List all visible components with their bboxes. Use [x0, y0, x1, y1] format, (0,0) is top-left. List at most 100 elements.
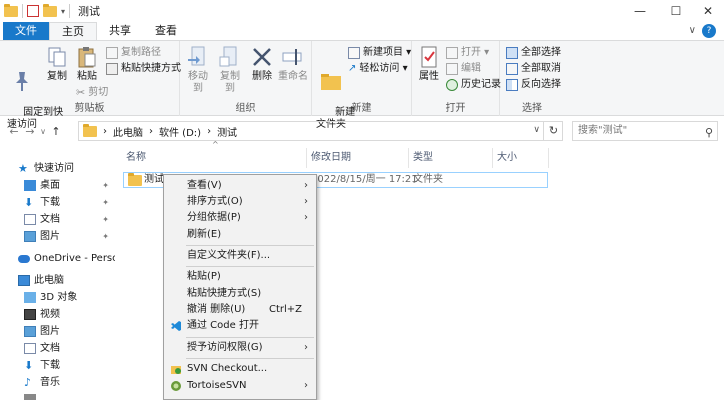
up-button[interactable]: ↑ — [48, 125, 64, 138]
properties-icon[interactable] — [27, 5, 39, 17]
organize-group: 移动到 复制到 删除 重命名 组织 — [180, 41, 312, 116]
copy-path-button[interactable]: 复制路径 — [106, 45, 161, 60]
column-header-name[interactable]: 名称 — [126, 150, 146, 166]
cloud-icon — [18, 254, 30, 263]
breadcrumb-drive-d[interactable]: 软件 (D:) — [159, 124, 201, 139]
column-header-modified[interactable]: 修改日期 — [311, 150, 351, 166]
column-divider[interactable] — [548, 148, 549, 168]
nav-3d-objects[interactable]: 3D 对象 — [0, 289, 115, 306]
maximize-button[interactable]: ☐ — [658, 0, 694, 22]
nav-pictures[interactable]: 图片 ✦ — [0, 228, 115, 245]
nav-documents-pc[interactable]: 文档 — [0, 340, 115, 357]
nav-label: 文档 — [40, 214, 60, 225]
breadcrumb-test-folder[interactable]: 测试 — [217, 124, 237, 139]
nav-downloads[interactable]: ⬇ 下载 ✦ — [0, 194, 115, 211]
close-button[interactable]: ✕ — [690, 0, 724, 22]
menu-label: 通过 Code 打开 — [187, 320, 259, 331]
open-button[interactable]: 打开 ▾ — [446, 45, 489, 60]
address-bar[interactable]: › 此电脑 › 软件 (D:) › 测试 ∨ — [78, 121, 563, 141]
rename-label: 重命名 — [278, 71, 308, 82]
paste-shortcut-button[interactable]: 粘贴快捷方式 — [106, 61, 181, 76]
paste-shortcut-icon — [106, 62, 118, 75]
rename-button[interactable]: 重命名 — [278, 45, 308, 83]
edit-button[interactable]: 编辑 — [446, 61, 481, 76]
menu-item-open-vscode[interactable]: 通过 Code 打开 — [164, 318, 316, 334]
divider — [69, 4, 71, 18]
tab-file[interactable]: 文件 — [3, 22, 49, 40]
edit-icon — [446, 62, 458, 75]
quick-access-toolbar: ▾ — [0, 3, 71, 18]
paste-icon — [78, 47, 96, 68]
nav-videos[interactable]: 视频 — [0, 306, 115, 323]
customize-toolbar-icon[interactable]: ▾ — [61, 7, 65, 16]
search-placeholder: 搜索"测试" — [578, 125, 628, 136]
nav-this-pc[interactable]: 此电脑 — [0, 272, 115, 289]
nav-label: 图片 — [40, 326, 60, 337]
menu-item-customize-folder[interactable]: 自定义文件夹(F)... — [164, 248, 316, 264]
easy-access-icon: ↗ — [348, 63, 357, 74]
collapse-ribbon-button[interactable]: ∨ — [689, 22, 696, 40]
copy-to-button[interactable]: 复制到 — [216, 45, 244, 95]
invert-selection-button[interactable]: 反向选择 — [506, 77, 561, 92]
column-header-type[interactable]: 类型 — [413, 150, 433, 166]
tortoisesvn-icon — [171, 381, 181, 391]
copy-button[interactable]: 复制 — [44, 45, 70, 83]
menu-item-view[interactable]: 查看(V) › — [164, 178, 316, 194]
nav-label: 视频 — [40, 309, 60, 320]
new-folder-icon[interactable] — [43, 3, 57, 17]
nav-quick-access[interactable]: ★ 快速访问 — [0, 160, 115, 177]
pin-icon: ✦ — [102, 232, 109, 241]
menu-label: 粘贴快捷方式(S) — [187, 288, 262, 299]
forward-button[interactable]: → — [22, 125, 38, 138]
nav-documents[interactable]: 文档 ✦ — [0, 211, 115, 228]
back-button[interactable]: ← — [6, 125, 22, 138]
column-divider[interactable] — [306, 148, 307, 168]
properties-button[interactable]: 属性 — [416, 45, 442, 83]
breadcrumb-this-pc[interactable]: 此电脑 — [113, 124, 143, 139]
nav-music[interactable]: ♪ 音乐 — [0, 374, 115, 391]
recent-locations-button[interactable]: ∨ — [38, 127, 48, 136]
nav-drive[interactable] — [0, 391, 115, 400]
column-divider[interactable] — [408, 148, 409, 168]
menu-item-undo-delete[interactable]: 撤消 删除(U) Ctrl+Z — [164, 302, 316, 318]
move-to-button[interactable]: 移动到 — [184, 45, 212, 95]
address-dropdown-button[interactable]: ∨ — [533, 125, 540, 135]
menu-label: TortoiseSVN — [187, 380, 247, 391]
folder-icon — [4, 3, 18, 17]
select-none-button[interactable]: 全部取消 — [506, 61, 561, 76]
select-all-button[interactable]: 全部选择 — [506, 45, 561, 60]
delete-label: 删除 — [252, 71, 272, 82]
tab-share[interactable]: 共享 — [97, 22, 143, 40]
context-menu: 查看(V) › 排序方式(O) › 分组依据(P) › 刷新(E) 自定义文件夹(F)… — [163, 174, 317, 400]
menu-item-give-access[interactable]: 授予访问权限(G) › — [164, 340, 316, 356]
column-header-size[interactable]: 大小 — [497, 150, 517, 166]
nav-onedrive[interactable]: OneDrive - Persona — [0, 250, 115, 267]
paste-button[interactable]: 粘贴 — [74, 45, 100, 83]
column-divider[interactable] — [492, 148, 493, 168]
easy-access-button[interactable]: ↗ 轻松访问 ▾ — [348, 61, 408, 76]
menu-item-svn-checkout[interactable]: SVN Checkout... — [164, 361, 316, 377]
refresh-button[interactable]: ↻ — [543, 121, 563, 141]
sort-indicator: ^ — [212, 140, 219, 149]
menu-item-paste-shortcut[interactable]: 粘贴快捷方式(S) — [164, 286, 316, 302]
nav-pictures-pc[interactable]: 图片 — [0, 323, 115, 340]
file-name: 测试 — [144, 174, 164, 185]
history-button[interactable]: 历史记录 — [446, 77, 501, 92]
chevron-right-icon: › — [304, 212, 308, 223]
help-button[interactable]: ? — [702, 24, 716, 38]
menu-item-tortoisesvn[interactable]: TortoiseSVN › — [164, 378, 316, 394]
menu-item-refresh[interactable]: 刷新(E) — [164, 227, 316, 243]
search-input[interactable]: 搜索"测试" ⚲ — [572, 121, 718, 141]
tab-home[interactable]: 主页 — [49, 22, 97, 40]
minimize-button[interactable]: — — [622, 0, 658, 22]
tab-view[interactable]: 查看 — [143, 22, 189, 40]
nav-desktop[interactable]: 桌面 ✦ — [0, 177, 115, 194]
new-item-button[interactable]: 新建项目 ▾ — [348, 45, 411, 60]
menu-label: 刷新(E) — [187, 229, 222, 240]
menu-item-paste[interactable]: 粘贴(P) — [164, 269, 316, 285]
menu-item-group[interactable]: 分组依据(P) › — [164, 210, 316, 226]
menu-item-sort[interactable]: 排序方式(O) › — [164, 194, 316, 210]
delete-button[interactable]: 删除 — [250, 45, 274, 83]
nav-downloads-pc[interactable]: ⬇ 下载 — [0, 357, 115, 374]
cut-button[interactable]: ✂ 剪切 — [76, 85, 108, 100]
